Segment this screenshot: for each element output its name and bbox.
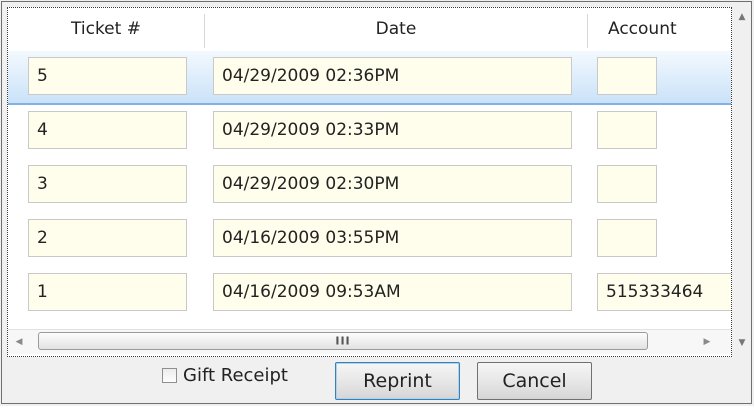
ticket-cell[interactable]: 4 xyxy=(28,111,187,149)
table-row[interactable]: 3 04/29/2009 02:30PM xyxy=(8,159,731,213)
column-header-ticket[interactable]: Ticket # xyxy=(8,8,204,50)
account-cell[interactable] xyxy=(597,165,657,203)
date-cell[interactable]: 04/29/2009 02:33PM xyxy=(213,111,572,149)
ticket-cell[interactable]: 3 xyxy=(28,165,187,203)
account-cell[interactable] xyxy=(597,111,657,149)
table-row[interactable]: 1 04/16/2009 09:53AM 515333464 xyxy=(8,267,731,321)
tickets-grid[interactable]: Ticket # Date Account 5 04/29/2009 02:36… xyxy=(7,7,732,357)
reprint-dialog: Ticket # Date Account 5 04/29/2009 02:36… xyxy=(1,1,752,404)
grip-icon: III xyxy=(335,334,351,348)
vertical-scrollbar[interactable]: ▲ ▼ xyxy=(733,7,751,357)
table-row[interactable]: 4 04/29/2009 02:33PM xyxy=(8,105,731,159)
scroll-up-icon[interactable]: ▲ xyxy=(733,7,751,27)
date-cell[interactable]: 04/16/2009 09:53AM xyxy=(213,273,572,311)
table-row[interactable]: 2 04/16/2009 03:55PM xyxy=(8,213,731,267)
date-cell[interactable]: 04/29/2009 02:36PM xyxy=(213,57,572,95)
scroll-left-icon[interactable]: ◀ xyxy=(10,330,28,354)
date-cell[interactable]: 04/16/2009 03:55PM xyxy=(213,219,572,257)
account-cell[interactable]: 515333464 xyxy=(597,273,731,311)
ticket-cell[interactable]: 5 xyxy=(28,57,187,95)
gift-receipt-option[interactable]: Gift Receipt xyxy=(162,360,288,390)
cancel-button[interactable]: Cancel xyxy=(477,362,592,400)
gift-receipt-checkbox[interactable] xyxy=(162,367,177,383)
ticket-cell[interactable]: 1 xyxy=(28,273,187,311)
column-header-date[interactable]: Date xyxy=(205,8,587,50)
reprint-button[interactable]: Reprint xyxy=(335,362,460,400)
dialog-footer: Gift Receipt Reprint Cancel xyxy=(2,358,753,405)
scroll-down-icon[interactable]: ▼ xyxy=(733,333,751,353)
gift-receipt-label[interactable]: Gift Receipt xyxy=(183,365,288,386)
date-cell[interactable]: 04/29/2009 02:30PM xyxy=(213,165,572,203)
horizontal-scrollbar[interactable]: ◀ III ▶ xyxy=(8,329,731,354)
grid-header: Ticket # Date Account xyxy=(8,8,731,50)
column-header-account[interactable]: Account xyxy=(608,8,731,50)
scroll-right-icon[interactable]: ▶ xyxy=(698,330,716,354)
account-cell[interactable] xyxy=(597,219,657,257)
table-row[interactable]: 5 04/29/2009 02:36PM xyxy=(8,51,731,105)
ticket-cell[interactable]: 2 xyxy=(28,219,187,257)
column-divider[interactable] xyxy=(587,14,588,48)
scroll-thumb[interactable]: III xyxy=(38,332,648,350)
account-cell[interactable] xyxy=(597,57,657,95)
